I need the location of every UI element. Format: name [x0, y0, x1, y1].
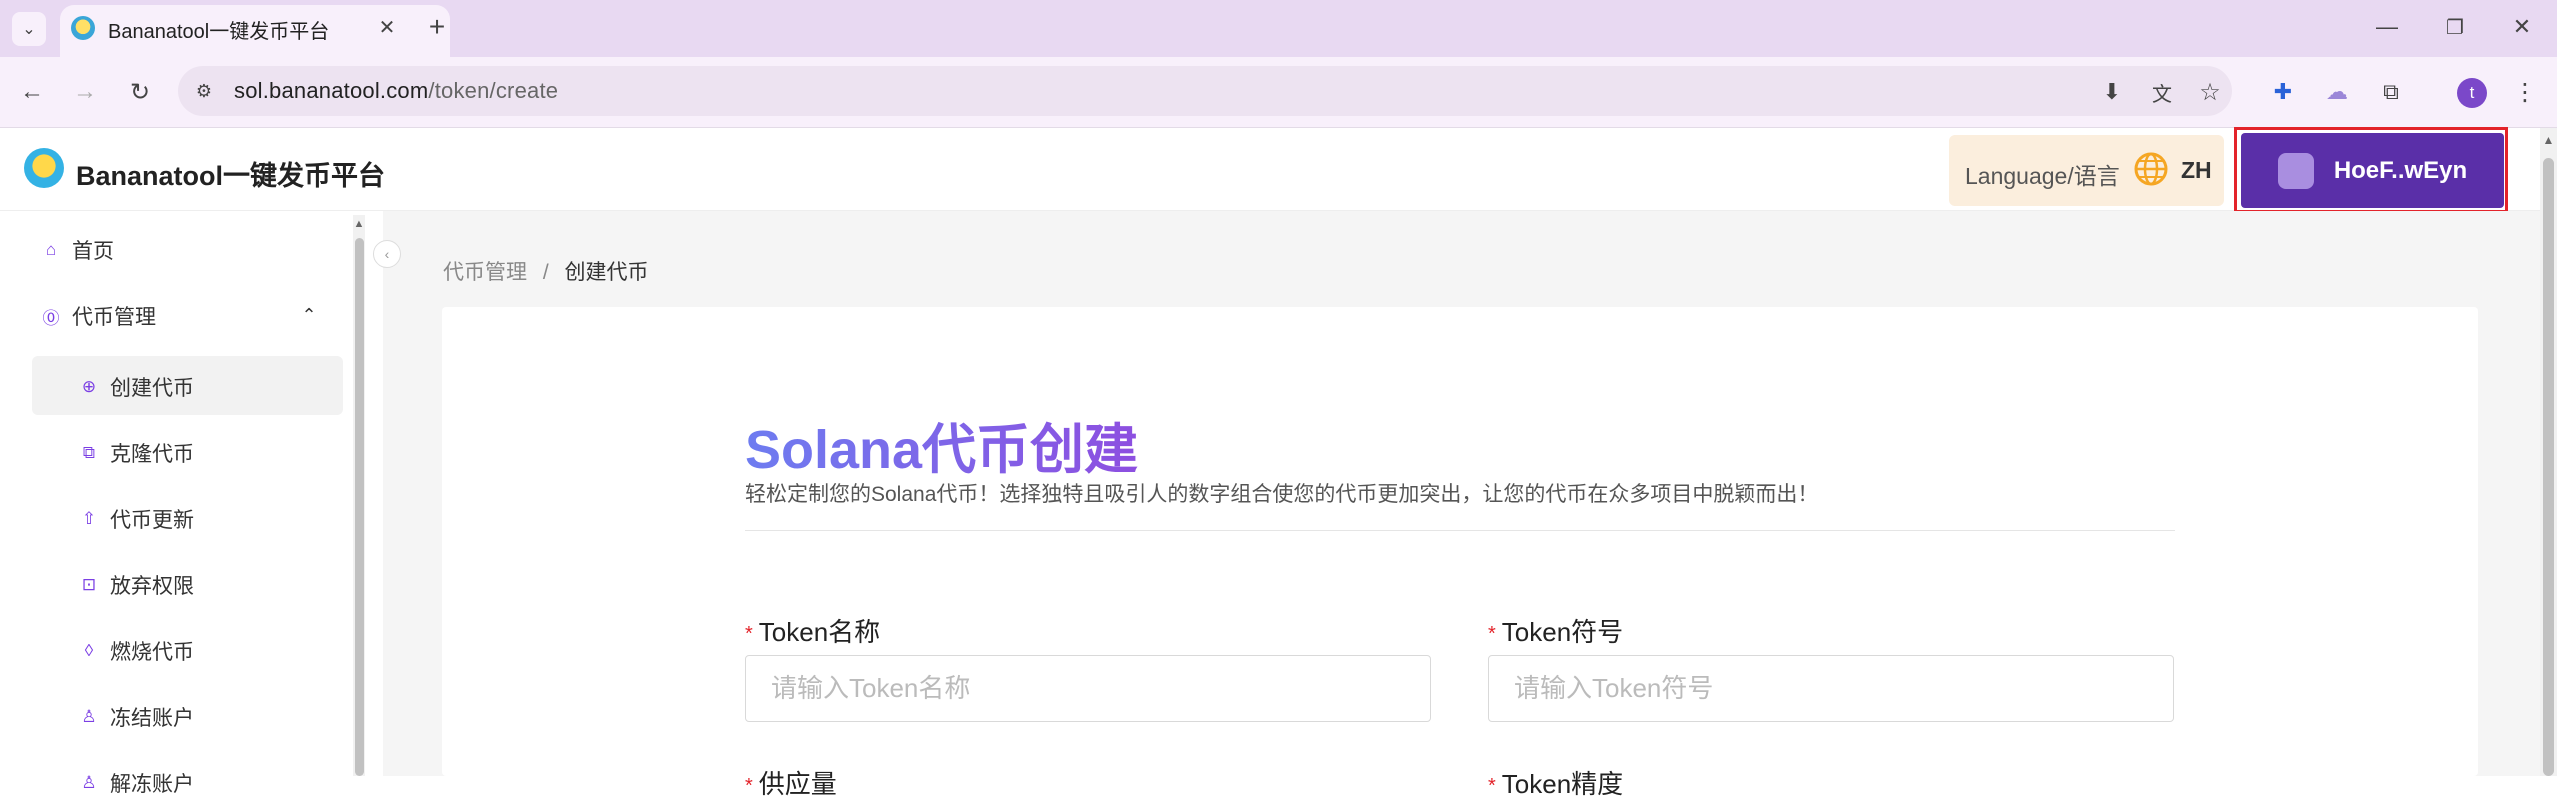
sidebar-item-label: 创建代币 [110, 377, 194, 400]
required-mark: * [1488, 622, 1496, 645]
translate-icon[interactable]: 文 [2145, 75, 2179, 109]
new-tab-icon[interactable]: + [420, 10, 454, 44]
collapse-sidebar-icon[interactable]: ‹ [373, 240, 401, 268]
required-mark: * [1488, 774, 1496, 797]
breadcrumb-parent[interactable]: 代币管理 [443, 261, 527, 284]
token-name-input[interactable] [745, 655, 1431, 722]
chevron-up-icon[interactable]: ⌃ [295, 301, 323, 329]
sidebar-item-burn-token[interactable]: ◊ 燃烧代币 [78, 636, 194, 666]
sidebar [0, 211, 370, 776]
sidebar-item-label: 克隆代币 [110, 443, 194, 466]
tab-search-icon[interactable]: ⌄ [12, 12, 46, 46]
minimize-icon[interactable]: — [2370, 10, 2404, 44]
sidebar-item-update-token[interactable]: ⇧ 代币更新 [78, 504, 194, 534]
sidebar-item-label: 代币更新 [110, 509, 194, 532]
sidebar-scroll-thumb[interactable] [355, 238, 364, 776]
url-path: /token/create [428, 78, 559, 103]
annotation-highlight-box [2234, 127, 2508, 213]
divider [745, 530, 2175, 531]
token-symbol-input[interactable] [1488, 655, 2174, 722]
page-title: Solana代币创建 [745, 405, 1138, 484]
page-subtitle: 轻松定制您的Solana代币！选择独特且吸引人的数字组合使您的代币更加突出，让您… [745, 483, 1819, 506]
decimals-label: * Token精度 [1488, 764, 1623, 801]
user-lock-icon: ♙ [81, 707, 97, 726]
language-label: Language/语言 [1965, 163, 2120, 189]
home-icon: ⌂ [45, 240, 57, 259]
sidebar-item-revoke-authority[interactable]: ⊡ 放弃权限 [78, 570, 194, 600]
extension-puzzle-icon[interactable]: ✚ [2266, 75, 2300, 109]
install-app-icon[interactable]: ⬇ [2095, 75, 2129, 109]
url-host: sol.bananatool.com [234, 78, 429, 103]
brand-name[interactable]: Bananatool一键发币平台 [76, 154, 385, 193]
breadcrumb-separator: / [542, 261, 549, 284]
sidebar-item-unfreeze-account[interactable]: ♙ 解冻账户 [78, 768, 194, 798]
user-unlock-icon: ♙ [81, 773, 97, 792]
url-text[interactable]: sol.bananatool.com/token/create [234, 78, 558, 104]
required-mark: * [745, 622, 753, 645]
breadcrumb-current: 创建代币 [564, 261, 649, 284]
sidebar-item-home[interactable]: ⌂ 首页 [40, 235, 114, 265]
menu-icon[interactable]: ⋮ [2510, 75, 2540, 109]
decimals-label-text: Token精度 [1501, 769, 1624, 799]
window-close-icon[interactable]: ✕ [2505, 10, 2539, 44]
sidebar-item-label: 解冻账户 [110, 773, 194, 796]
language-code: ZH [2181, 157, 2212, 183]
restore-icon[interactable]: ❐ [2438, 10, 2472, 44]
breadcrumb: 代币管理 / 创建代币 [443, 256, 649, 286]
forward-icon[interactable]: → [68, 75, 102, 109]
sidebar-item-label: 放弃权限 [110, 575, 194, 598]
scroll-up-icon[interactable]: ▲ [2540, 130, 2557, 150]
required-mark: * [745, 774, 753, 797]
token-name-label-text: Token名称 [758, 617, 881, 647]
sidebar-item-clone-token[interactable]: ⧉ 克隆代币 [78, 438, 194, 468]
sidebar-item-create-token[interactable]: ⊕ 创建代币 [78, 372, 194, 402]
sidebar-scroll-up-icon[interactable]: ▲ [353, 215, 365, 233]
back-icon[interactable]: ← [15, 75, 49, 109]
bookmark-star-icon[interactable]: ☆ [2193, 75, 2227, 109]
copy-icon: ⧉ [82, 443, 96, 462]
tab-title: Bananatool一键发币平台 [108, 21, 330, 43]
reload-icon[interactable]: ↻ [123, 75, 157, 109]
supply-label: * 供应量 [745, 764, 837, 801]
sidebar-item-label: 首页 [72, 240, 114, 263]
tab-close-icon[interactable]: ✕ [372, 12, 402, 42]
token-symbol-label-text: Token符号 [1501, 617, 1624, 647]
profile-avatar[interactable]: t [2457, 78, 2487, 108]
page-scroll-thumb[interactable] [2543, 158, 2554, 776]
extensions-icon[interactable]: ⧉ [2374, 75, 2408, 109]
coin-icon: ⓪ [42, 308, 60, 328]
supply-label-text: 供应量 [758, 769, 837, 799]
lock-icon: ⊡ [81, 575, 97, 594]
fire-icon: ◊ [84, 641, 94, 660]
arrow-up-circle-icon: ⇧ [81, 509, 97, 528]
site-info-icon[interactable]: ⚙ [190, 77, 218, 105]
brand-logo[interactable] [24, 148, 64, 188]
tab-favicon-icon [71, 16, 95, 40]
sidebar-item-label: 冻结账户 [110, 707, 194, 730]
sidebar-item-label: 燃烧代币 [110, 641, 194, 664]
sidebar-item-freeze-account[interactable]: ♙ 冻结账户 [78, 702, 194, 732]
sidebar-item-label: 代币管理 [72, 306, 156, 329]
globe-icon [2134, 152, 2168, 186]
sidebar-item-token-management[interactable]: ⓪ 代币管理 [40, 301, 157, 331]
token-symbol-label: * Token符号 [1488, 612, 1623, 649]
phantom-extension-icon[interactable]: ☁ [2320, 75, 2354, 109]
token-name-label: * Token名称 [745, 612, 880, 649]
plus-circle-icon: ⊕ [81, 377, 97, 396]
